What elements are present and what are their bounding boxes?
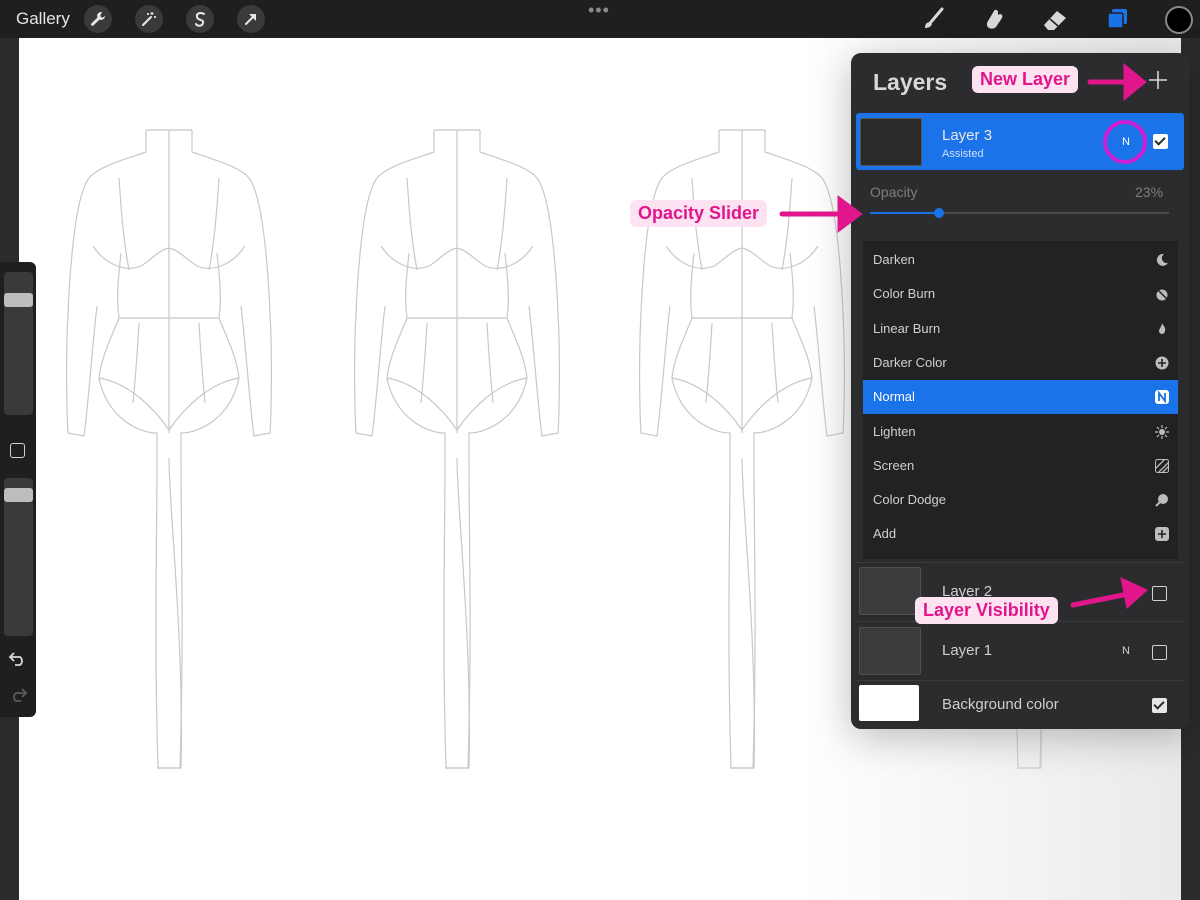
eraser-icon[interactable] — [1040, 5, 1070, 33]
blend-mode-list: Darken Color Burn Linear Burn Darker Color N… — [863, 241, 1178, 559]
croquis-figure — [353, 129, 561, 769]
brush-size-handle[interactable] — [4, 293, 33, 307]
moon-icon — [1155, 253, 1169, 267]
layer-row-layer-3[interactable]: Layer 3 Assisted N — [856, 113, 1184, 170]
add-layer-icon[interactable] — [1147, 69, 1169, 91]
opacity-side-handle[interactable] — [4, 488, 33, 502]
blend-mode-button[interactable]: N — [1122, 645, 1130, 657]
burn-icon — [1155, 287, 1169, 301]
blend-mode-button[interactable]: N — [1122, 136, 1130, 148]
hatch-icon — [1154, 458, 1170, 474]
opacity-slider[interactable] — [870, 208, 1169, 218]
blend-mode-screen[interactable]: Screen — [863, 449, 1178, 483]
blend-mode-darken[interactable]: Darken — [863, 243, 1178, 277]
layer-thumbnail — [859, 567, 921, 615]
plus-square-icon — [1155, 527, 1169, 542]
background-color-swatch[interactable] — [859, 685, 919, 721]
layer-thumbnail — [860, 118, 922, 166]
transform-arrow-icon[interactable] — [237, 5, 265, 33]
flame-icon — [1155, 322, 1169, 336]
layer-subtitle: Assisted — [942, 148, 984, 160]
blend-mode-color-burn[interactable]: Color Burn — [863, 277, 1178, 311]
blend-mode-label: Screen — [873, 457, 915, 473]
blend-mode-label: Lighten — [873, 423, 916, 439]
top-toolbar: Gallery ••• — [0, 0, 1200, 38]
n-badge-icon — [1155, 390, 1169, 405]
opacity-slider-fill — [870, 212, 939, 214]
blend-mode-label: Normal — [873, 389, 915, 405]
layers-title: Layers — [873, 69, 948, 95]
more-options-indicator[interactable]: ••• — [588, 0, 610, 21]
opacity-label: Opacity — [870, 184, 918, 200]
blend-mode-linear-burn[interactable]: Linear Burn — [863, 312, 1178, 346]
sun-icon — [1155, 424, 1169, 439]
layers-panel: Layers Layer 3 Assisted N Opacity 23% Da… — [851, 53, 1189, 729]
undo-icon[interactable] — [8, 649, 28, 667]
smudge-icon[interactable] — [978, 5, 1008, 33]
gallery-button[interactable]: Gallery — [16, 9, 70, 29]
blend-mode-darker-color[interactable]: Darker Color — [863, 346, 1178, 380]
annotation-new-layer: New Layer — [972, 66, 1079, 93]
layer-visibility-checkbox[interactable] — [1153, 134, 1168, 149]
left-sidebar — [0, 262, 36, 717]
blend-mode-lighten[interactable]: Lighten — [863, 415, 1178, 449]
plus-circle-icon — [1155, 356, 1169, 370]
annotation-layer-visibility: Layer Visibility — [915, 597, 1058, 624]
layer-name: Layer 1 — [942, 642, 993, 659]
layer-visibility-checkbox[interactable] — [1152, 645, 1167, 660]
magic-wand-icon[interactable] — [135, 5, 163, 33]
brush-icon[interactable] — [918, 5, 948, 33]
blend-mode-label: Darken — [873, 252, 915, 267]
blend-mode-label: Darker Color — [873, 354, 947, 370]
layer-visibility-checkbox[interactable] — [1152, 698, 1167, 713]
modify-button[interactable] — [10, 443, 25, 458]
opacity-slider-handle[interactable] — [933, 208, 944, 218]
blend-mode-add[interactable]: Add — [863, 517, 1178, 551]
blend-mode-color-dodge[interactable]: Color Dodge — [863, 483, 1178, 517]
layer-name: Background color — [942, 696, 1059, 713]
selection-icon[interactable] — [186, 5, 214, 33]
redo-icon[interactable] — [8, 685, 28, 703]
blend-mode-normal[interactable]: Normal — [863, 380, 1178, 415]
blend-mode-label: Linear Burn — [873, 320, 941, 336]
blend-mode-label: Add — [873, 526, 897, 542]
wrench-icon[interactable] — [84, 5, 112, 33]
annotation-opacity-slider: Opacity Slider — [630, 200, 768, 227]
dodge-icon — [1155, 493, 1169, 507]
layer-row-background[interactable]: Background color — [856, 681, 1184, 729]
croquis-figure — [65, 129, 273, 769]
layers-icon[interactable] — [1102, 5, 1132, 33]
color-picker-button[interactable] — [1165, 6, 1193, 34]
layer-row-layer-1[interactable]: Layer 1 N — [856, 622, 1184, 680]
blend-mode-label: Color Burn — [873, 286, 936, 302]
blend-mode-label: Color Dodge — [873, 492, 946, 508]
layer-visibility-checkbox[interactable] — [1152, 586, 1167, 601]
opacity-value: 23% — [1135, 184, 1164, 200]
layer-name: Layer 3 — [942, 127, 993, 144]
layer-thumbnail — [859, 627, 921, 675]
